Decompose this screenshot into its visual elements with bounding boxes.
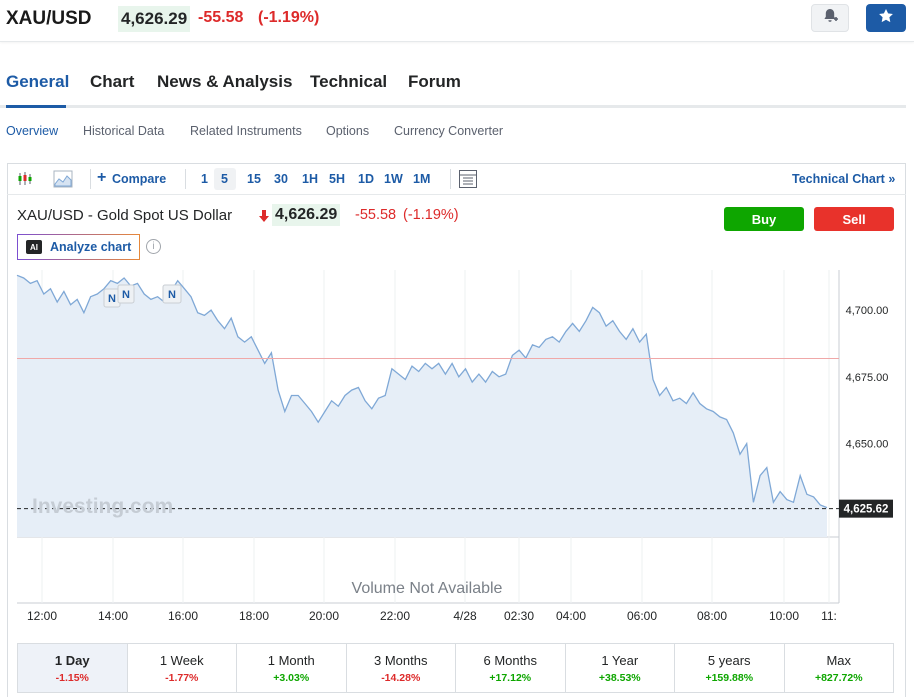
last-price-tag: 4,625.62 (839, 499, 893, 518)
x-tick-label: 02:30 (504, 609, 534, 623)
period-6-months[interactable]: 6 Months +17.12% (456, 644, 566, 692)
period-label: 1 Week (159, 653, 204, 668)
period-3-months[interactable]: 3 Months -14.28% (347, 644, 456, 692)
performance-periods: 1 Day -1.15% 1 Week -1.77% 1 Month +3.03… (17, 643, 894, 693)
x-tick-label: 08:00 (697, 609, 727, 623)
x-tick-label: 20:00 (309, 609, 339, 623)
period-value: -1.77% (165, 672, 199, 684)
period-value: +3.03% (273, 672, 310, 684)
x-tick-label: 04:00 (556, 609, 586, 623)
period-1-day[interactable]: 1 Day -1.15% (18, 644, 128, 692)
period-1-month[interactable]: 1 Month +3.03% (237, 644, 347, 692)
period-value: +827.72% (814, 672, 863, 684)
news-marker[interactable]: N (162, 284, 182, 304)
period-value: +159.88% (705, 672, 754, 684)
investing-watermark: Investing.com (32, 495, 173, 518)
period-max[interactable]: Max +827.72% (785, 644, 894, 692)
period-label: 1 Year (601, 653, 639, 668)
price-chart[interactable]: 4,700.00 4,675.00 4,650.00 12:00 14:00 16:00… (0, 0, 914, 697)
y-axis-ticks: 4,700.00 4,675.00 4,650.00 (846, 305, 889, 451)
x-tick-label: 18:00 (239, 609, 269, 623)
period-label: 1 Month (267, 653, 315, 668)
period-1-year[interactable]: 1 Year +38.53% (566, 644, 675, 692)
x-axis-ticks: 12:00 14:00 16:00 18:00 20:00 22:00 4/28 02:30 0… (27, 609, 837, 623)
last-price-tag-label: 4,625.62 (844, 504, 889, 516)
period-label: 1 Day (54, 653, 90, 668)
x-tick-label: 11: (821, 609, 837, 623)
period-1-week[interactable]: 1 Week -1.77% (128, 644, 237, 692)
period-value: +38.53% (598, 672, 641, 684)
period-5-years[interactable]: 5 years +159.88% (675, 644, 785, 692)
news-marker-label: N (108, 293, 116, 305)
x-tick-label: 16:00 (168, 609, 198, 623)
x-tick-label: 10:00 (769, 609, 799, 623)
x-tick-label: 14:00 (98, 609, 128, 623)
volume-unavailable-note: Volume Not Available (352, 580, 503, 597)
period-label: 5 years (707, 653, 751, 668)
period-value: +17.12% (489, 672, 532, 684)
x-tick-label: 06:00 (627, 609, 657, 623)
period-value: -14.28% (381, 672, 421, 684)
x-tick-label: 22:00 (380, 609, 410, 623)
period-label: 3 Months (374, 653, 428, 668)
y-tick-label: 4,675.00 (846, 372, 889, 384)
y-tick-label: 4,650.00 (846, 439, 889, 451)
x-tick-label: 12:00 (27, 609, 57, 623)
news-marker[interactable]: N (117, 284, 135, 304)
period-label: 6 Months (483, 653, 537, 668)
news-marker-label: N (122, 289, 130, 301)
period-value: -1.15% (55, 672, 89, 684)
news-marker-label: N (168, 289, 176, 301)
x-tick-label: 4/28 (453, 609, 477, 623)
period-label: Max (826, 653, 852, 668)
y-tick-label: 4,700.00 (846, 305, 889, 317)
